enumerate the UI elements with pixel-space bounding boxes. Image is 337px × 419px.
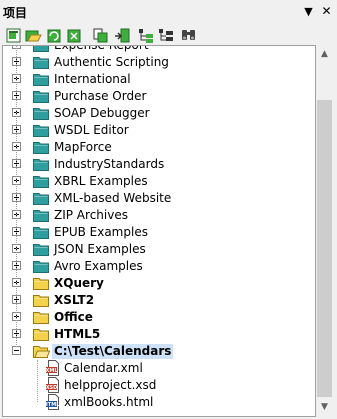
tree-folder-label[interactable]: EPUB Examples <box>54 225 148 240</box>
add-folder-icon[interactable] <box>138 27 155 44</box>
tree-folder-row[interactable]: XSLT2 <box>3 292 315 309</box>
tree-folder-row[interactable]: International <box>3 71 315 88</box>
folder-icon <box>33 106 50 120</box>
tree-folder-row[interactable]: Authentic Scripting <box>3 54 315 71</box>
tree-folder-row[interactable]: EPUB Examples <box>3 224 315 241</box>
tree-folder-row[interactable]: Purchase Order <box>3 88 315 105</box>
tree-folder-label[interactable]: Authentic Scripting <box>54 55 169 70</box>
new-project-icon[interactable] <box>5 27 22 44</box>
folder-icon <box>33 225 50 239</box>
folder-icon <box>33 191 50 205</box>
tree-file-row[interactable]: XML Calendar.xml <box>3 360 315 377</box>
tree-folder-label[interactable]: WSDL Editor <box>54 123 129 138</box>
folder-icon <box>33 344 51 358</box>
tree-folder-row[interactable]: WSDL Editor <box>3 122 315 139</box>
tree-folder-label[interactable]: Office <box>54 310 93 325</box>
add-active-file-icon[interactable] <box>114 27 131 44</box>
folder-icon <box>33 123 50 137</box>
tree-folder-label[interactable]: MapForce <box>54 140 112 155</box>
tree-file-row[interactable]: HTML xmlBooks.html <box>3 394 315 411</box>
vertical-scrollbar[interactable]: ▲ ▼ <box>316 46 333 416</box>
tree-folder-row[interactable]: MapForce <box>3 139 315 156</box>
tree-connector-line <box>16 46 18 347</box>
folder-icon <box>33 242 50 256</box>
tree-folder-row[interactable]: ZIP Archives <box>3 207 315 224</box>
tree-folder-row[interactable]: Expense Report <box>3 46 315 54</box>
tree-folder-row[interactable]: Office <box>3 309 315 326</box>
tree-folder-row[interactable]: XML-based Website <box>3 190 315 207</box>
svg-text:HTML: HTML <box>45 402 60 408</box>
find-icon[interactable] <box>180 27 197 44</box>
tree-folder-label[interactable]: JSON Examples <box>54 242 146 257</box>
folder-icon <box>33 276 50 290</box>
project-tree[interactable]: Expense Report Authentic Scripting Interna… <box>2 45 316 417</box>
tree-folder-label[interactable]: XML-based Website <box>54 191 171 206</box>
tree-folder-label[interactable]: SOAP Debugger <box>54 106 150 121</box>
tree-file-row[interactable]: XSD helpproject.xsd <box>3 377 315 394</box>
tree-folder-label[interactable]: XBRL Examples <box>54 174 148 189</box>
close-icon[interactable]: ✕ <box>320 5 333 18</box>
html-file-icon: HTML <box>44 394 61 410</box>
tree-folder-row[interactable]: C:\Test\Calendars <box>3 343 315 360</box>
tree-folder-label[interactable]: Avro Examples <box>54 259 143 274</box>
panel-title-bar: 项目 ▼ ✕ <box>0 0 337 25</box>
tree-folder-row[interactable]: JSON Examples <box>3 241 315 258</box>
tree-folder-row[interactable]: XBRL Examples <box>3 173 315 190</box>
scroll-up-arrow-icon[interactable]: ▲ <box>316 46 333 63</box>
add-files-icon[interactable] <box>92 27 109 44</box>
tree-folder-row[interactable]: HTML5 <box>3 326 315 343</box>
xml-file-icon: XML <box>45 360 61 376</box>
tree-folder-label[interactable]: International <box>54 72 131 87</box>
svg-text:XSD: XSD <box>46 385 58 391</box>
tree-folder-row[interactable]: Avro Examples <box>3 258 315 275</box>
folder-icon <box>33 72 50 86</box>
folder-icon <box>33 55 50 69</box>
dropdown-arrow-icon[interactable]: ▼ <box>302 5 315 18</box>
tree-file-label[interactable]: xmlBooks.html <box>64 395 153 410</box>
tree-folder-label[interactable]: XSLT2 <box>54 293 94 308</box>
scroll-down-arrow-icon[interactable]: ▼ <box>316 399 333 416</box>
xsd-file-icon: XSD <box>45 377 61 393</box>
folder-icon <box>33 208 50 222</box>
project-tree-content: Expense Report Authentic Scripting Interna… <box>3 46 315 411</box>
folder-icon <box>33 174 50 188</box>
folder-icon <box>33 140 50 154</box>
folder-icon <box>33 327 50 341</box>
tree-folder-label[interactable]: XQuery <box>54 276 104 291</box>
folder-icon <box>33 46 50 52</box>
collapse-icon[interactable] <box>12 346 21 355</box>
tree-folder-label[interactable]: Purchase Order <box>54 89 146 104</box>
tree-folder-label[interactable]: C:\Test\Calendars <box>52 344 174 359</box>
tree-file-label[interactable]: helpproject.xsd <box>64 378 156 393</box>
tree-folder-row[interactable]: SOAP Debugger <box>3 105 315 122</box>
folder-icon <box>33 310 50 324</box>
tree-folder-label[interactable]: ZIP Archives <box>54 208 128 223</box>
panel-title: 项目 <box>3 6 28 20</box>
folder-icon <box>33 259 50 273</box>
open-project-icon[interactable] <box>25 27 42 44</box>
tree-connector-line <box>37 360 39 402</box>
toolbar <box>0 24 337 46</box>
folder-icon <box>33 293 50 307</box>
tree-folder-label[interactable]: Expense Report <box>54 46 149 53</box>
tree-folder-label[interactable]: IndustryStandards <box>54 157 164 172</box>
reload-project-icon[interactable] <box>45 27 62 44</box>
folder-icon <box>33 157 50 171</box>
tree-folder-row[interactable]: XQuery <box>3 275 315 292</box>
close-project-icon[interactable] <box>65 27 82 44</box>
add-external-folder-icon[interactable] <box>158 27 175 44</box>
svg-text:XML: XML <box>45 368 58 374</box>
tree-folder-row[interactable]: IndustryStandards <box>3 156 315 173</box>
scrollbar-thumb[interactable] <box>317 100 332 397</box>
tree-folder-label[interactable]: HTML5 <box>54 327 100 342</box>
project-panel: 项目 ▼ ✕ Expense Report Authentic Scriptin… <box>0 0 337 419</box>
folder-icon <box>33 89 50 103</box>
tree-file-label[interactable]: Calendar.xml <box>64 361 143 376</box>
